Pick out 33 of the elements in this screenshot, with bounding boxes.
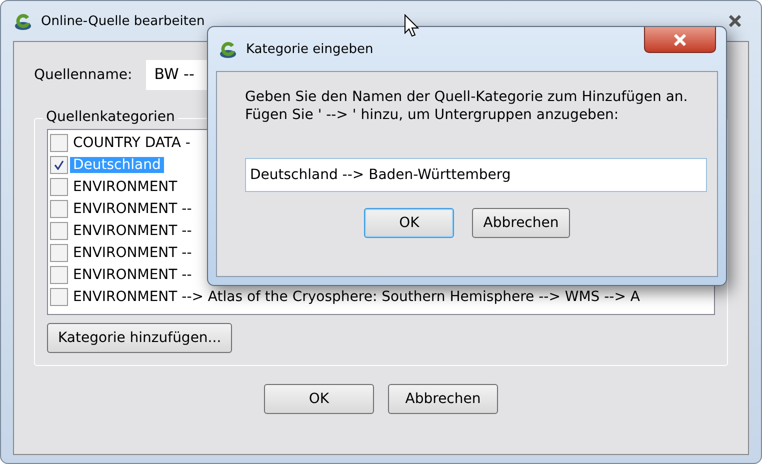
checkbox[interactable]	[50, 178, 68, 196]
checkbox[interactable]	[50, 266, 68, 284]
mouse-cursor-icon	[404, 14, 420, 38]
app-logo-icon	[13, 11, 33, 31]
source-name-label: Quellenname:	[34, 67, 132, 83]
group-title: Quellenkategorien	[43, 109, 178, 125]
add-category-button[interactable]: Kategorie hinzufügen...	[47, 323, 232, 353]
cancel-button[interactable]: Abbrechen	[388, 384, 498, 414]
cancel-button[interactable]: Abbrechen	[472, 208, 570, 238]
category-item[interactable]: COUNTRY DATA -	[70, 135, 194, 151]
category-item[interactable]: ENVIRONMENT --	[70, 201, 195, 217]
category-item[interactable]: ENVIRONMENT --	[70, 245, 195, 261]
dialog-title: Kategorie eingeben	[246, 42, 374, 56]
checkbox[interactable]	[50, 244, 68, 262]
checkbox[interactable]	[50, 134, 68, 152]
category-input[interactable]: Deutschland --> Baden-Württemberg	[245, 158, 707, 192]
category-item[interactable]: ENVIRONMENT --	[70, 223, 195, 239]
checkbox[interactable]	[50, 200, 68, 218]
close-icon	[729, 15, 741, 27]
category-item[interactable]: ENVIRONMENT --> Atlas of the Cryosphere: Southern Hemisphere --> WMS --> A	[70, 289, 643, 305]
ok-button[interactable]: OK	[264, 384, 374, 414]
checkbox[interactable]	[50, 222, 68, 240]
category-item[interactable]: ENVIRONMENT --	[70, 267, 195, 283]
category-item[interactable]: ENVIRONMENT	[70, 179, 180, 195]
check-icon	[54, 160, 64, 170]
close-icon	[674, 34, 686, 46]
window-title: Online-Quelle bearbeiten	[41, 14, 205, 28]
close-button[interactable]	[644, 27, 716, 53]
ok-button[interactable]: OK	[364, 208, 454, 238]
checkbox[interactable]	[50, 156, 68, 174]
instruction-text: Geben Sie den Namen der Quell-Kategorie zum Hinzufügen an. Fügen Sie ' --> ' hinzu, um Untergruppen anzugeben:	[245, 88, 689, 124]
checkbox[interactable]	[50, 288, 68, 306]
app-logo-icon	[218, 39, 238, 59]
